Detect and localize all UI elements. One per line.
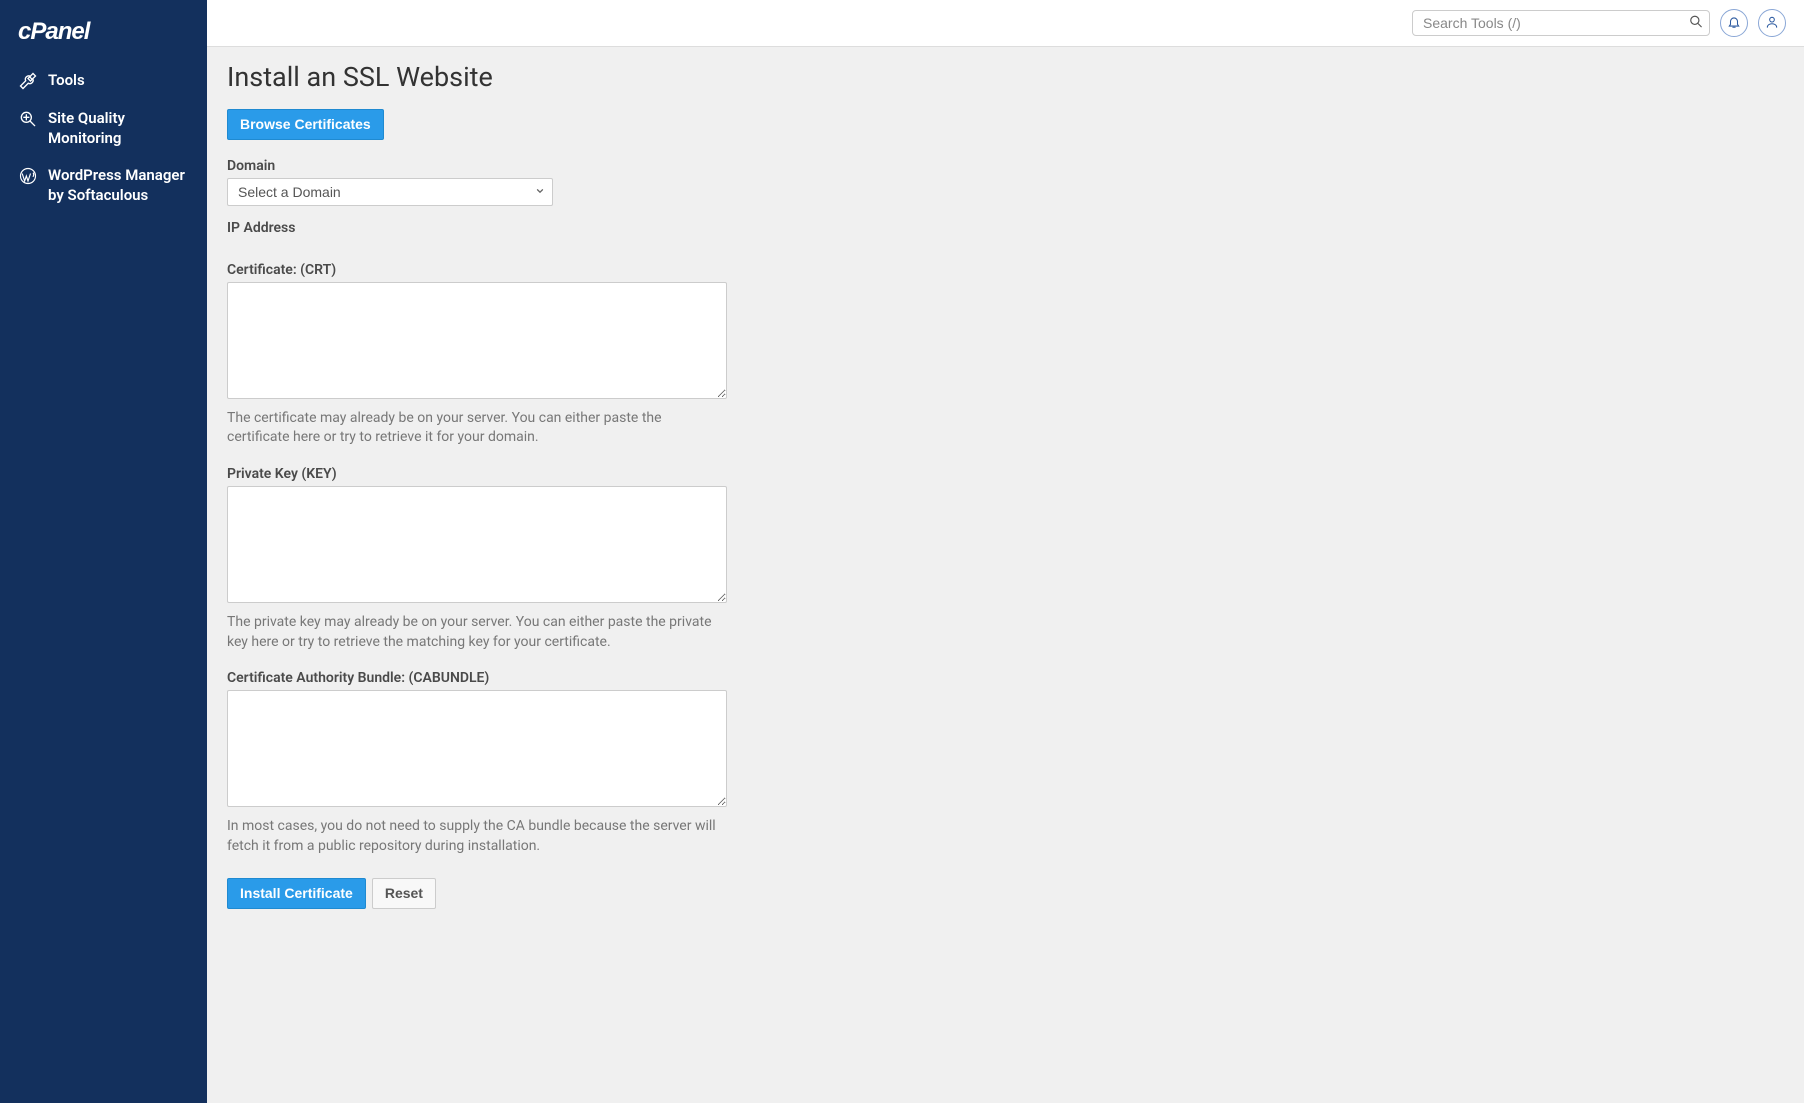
search-icon — [1689, 17, 1703, 32]
svg-text:cPanel: cPanel — [18, 20, 92, 44]
content: Install an SSL Website Browse Certificat… — [207, 47, 1804, 923]
domain-label: Domain — [227, 158, 1784, 174]
sidebar-item-site-quality[interactable]: Site Quality Monitoring — [0, 100, 207, 157]
certificate-textarea[interactable] — [227, 282, 727, 399]
search-button[interactable] — [1687, 13, 1705, 34]
ip-address-label: IP Address — [227, 220, 1784, 236]
search-input[interactable] — [1412, 10, 1710, 36]
topbar — [207, 0, 1804, 47]
main: Install an SSL Website Browse Certificat… — [207, 0, 1804, 1103]
cpanel-logo[interactable]: cPanel — [0, 14, 207, 62]
sidebar-item-label: Site Quality Monitoring — [48, 109, 189, 148]
install-certificate-button[interactable]: Install Certificate — [227, 878, 366, 909]
private-key-textarea[interactable] — [227, 486, 727, 603]
sidebar: cPanel Tools Site Quality Monitoring — [0, 0, 207, 1103]
cabundle-label: Certificate Authority Bundle: (CABUNDLE) — [227, 670, 1784, 686]
magnify-icon — [18, 109, 38, 129]
cabundle-help: In most cases, you do not need to supply… — [227, 817, 727, 856]
search-wrap — [1412, 10, 1710, 36]
notifications-button[interactable] — [1720, 9, 1748, 37]
sidebar-item-label: Tools — [48, 71, 85, 91]
private-key-label: Private Key (KEY) — [227, 466, 1784, 482]
sidebar-item-label: WordPress Manager by Softaculous — [48, 166, 189, 205]
private-key-help: The private key may already be on your s… — [227, 613, 727, 652]
wordpress-icon — [18, 166, 38, 186]
page-title: Install an SSL Website — [227, 61, 1784, 93]
browse-certificates-button[interactable]: Browse Certificates — [227, 109, 384, 140]
sidebar-item-tools[interactable]: Tools — [0, 62, 207, 100]
sidebar-item-wordpress-manager[interactable]: WordPress Manager by Softaculous — [0, 157, 207, 214]
cabundle-textarea[interactable] — [227, 690, 727, 807]
certificate-label: Certificate: (CRT) — [227, 262, 1784, 278]
bell-icon — [1727, 15, 1741, 32]
user-menu-button[interactable] — [1758, 9, 1786, 37]
certificate-help: The certificate may already be on your s… — [227, 409, 727, 448]
user-icon — [1765, 15, 1779, 32]
ip-address-value — [227, 240, 1784, 244]
tools-icon — [18, 71, 38, 91]
reset-button[interactable]: Reset — [372, 878, 436, 909]
form-actions: Install Certificate Reset — [227, 878, 1784, 909]
domain-select[interactable]: Select a Domain — [227, 178, 553, 206]
